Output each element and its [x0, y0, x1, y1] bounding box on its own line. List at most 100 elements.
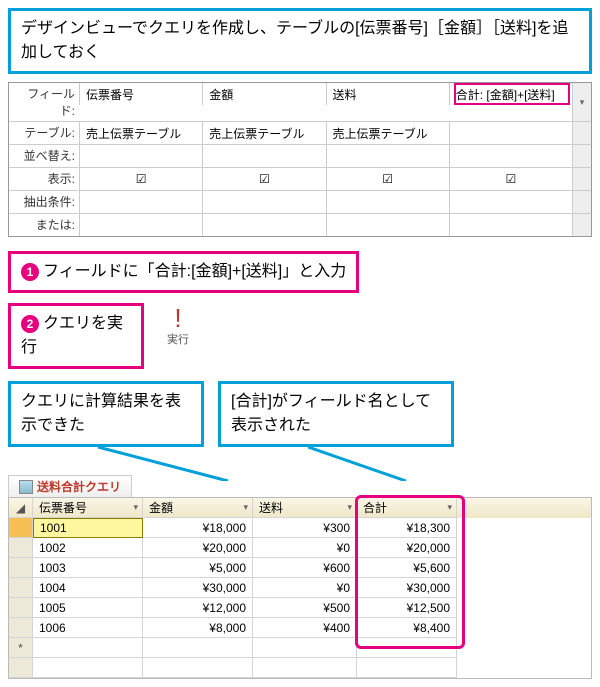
- dg-or-1[interactable]: [202, 214, 325, 236]
- dg-sort-1[interactable]: [202, 145, 325, 167]
- row-selector[interactable]: [9, 538, 33, 558]
- dg-show-2[interactable]: ☑: [326, 168, 449, 190]
- exclamation-icon: !: [158, 305, 198, 331]
- cell-total[interactable]: ¥20,000: [357, 538, 457, 558]
- table-row[interactable]: 1006 ¥8,000 ¥400 ¥8,400: [9, 618, 591, 638]
- step1-text: フィールドに「合計:[金額]+[送料]」と入力: [43, 263, 346, 280]
- sort-icon: ▾: [133, 502, 138, 513]
- cell-total[interactable]: ¥18,300: [357, 518, 457, 538]
- dg-show-0[interactable]: ☑: [79, 168, 202, 190]
- cell-ship[interactable]: ¥600: [253, 558, 357, 578]
- dg-sort-2[interactable]: [326, 145, 449, 167]
- cell-ship[interactable]: ¥400: [253, 618, 357, 638]
- cell-ship[interactable]: ¥300: [253, 518, 357, 538]
- cell-total[interactable]: ¥5,600: [357, 558, 457, 578]
- cell-id[interactable]: 1005: [33, 598, 143, 618]
- dg-sort-0[interactable]: [79, 145, 202, 167]
- cell-amount[interactable]: ¥12,000: [143, 598, 253, 618]
- cell-id[interactable]: 1001: [33, 518, 143, 538]
- col-header-1[interactable]: 金額▾: [143, 498, 253, 518]
- table-row[interactable]: 1004 ¥30,000 ¥0 ¥30,000: [9, 578, 591, 598]
- execute-button[interactable]: ! 実行: [158, 303, 198, 347]
- cell-ship[interactable]: ¥0: [253, 578, 357, 598]
- table-row-new[interactable]: *: [9, 638, 591, 658]
- connectors: [8, 447, 592, 477]
- dg-label-or: または:: [9, 214, 79, 236]
- cell-id[interactable]: 1002: [33, 538, 143, 558]
- cell-amount[interactable]: ¥8,000: [143, 618, 253, 638]
- callout-result2: [合計]がフィールド名として表示された: [218, 381, 454, 447]
- row-selector-header[interactable]: ◢: [9, 498, 33, 518]
- dg-table-3[interactable]: [449, 122, 572, 144]
- cell-ship[interactable]: [253, 638, 357, 658]
- dg-table-1[interactable]: 売上伝票テーブル: [202, 122, 325, 144]
- dg-crit-1[interactable]: [202, 191, 325, 213]
- col-header-3[interactable]: 合計▾: [357, 498, 457, 518]
- cell-total[interactable]: ¥8,400: [357, 618, 457, 638]
- dg-table-2[interactable]: 売上伝票テーブル: [326, 122, 449, 144]
- dg-field-1[interactable]: 金額: [202, 83, 325, 105]
- sort-icon: ▾: [447, 502, 452, 513]
- dg-field-0[interactable]: 伝票番号: [79, 83, 202, 105]
- cell-amount[interactable]: ¥18,000: [143, 518, 253, 538]
- dg-or-2[interactable]: [326, 214, 449, 236]
- callout-step1: 1フィールドに「合計:[金額]+[送料]」と入力: [8, 251, 359, 293]
- col-header-2[interactable]: 送料▾: [253, 498, 357, 518]
- dg-or-3[interactable]: [449, 214, 572, 236]
- datasheet: ◢ 伝票番号▾ 金額▾ 送料▾ 合計▾ 1001 ¥18,000 ¥300 ¥1…: [8, 497, 592, 679]
- step-number-1: 1: [21, 263, 39, 281]
- cell-amount[interactable]: ¥5,000: [143, 558, 253, 578]
- row-selector[interactable]: [9, 578, 33, 598]
- col-header-0[interactable]: 伝票番号▾: [33, 498, 143, 518]
- datasheet-header: ◢ 伝票番号▾ 金額▾ 送料▾ 合計▾: [9, 498, 591, 518]
- row-selector[interactable]: [9, 618, 33, 638]
- cell-ship[interactable]: ¥500: [253, 598, 357, 618]
- cell-id[interactable]: 1004: [33, 578, 143, 598]
- cell-total[interactable]: ¥12,500: [357, 598, 457, 618]
- sort-icon: ▾: [243, 502, 248, 513]
- row-selector[interactable]: [9, 598, 33, 618]
- new-row-marker: *: [9, 638, 33, 658]
- query-tab-bar: 送料合計クエリ: [8, 475, 592, 497]
- dg-show-1[interactable]: ☑: [202, 168, 325, 190]
- dg-label-field: フィールド:: [9, 83, 79, 121]
- query-tab[interactable]: 送料合計クエリ: [8, 475, 132, 497]
- row-selector[interactable]: [9, 558, 33, 578]
- dg-crit-2[interactable]: [326, 191, 449, 213]
- cell-amount[interactable]: ¥20,000: [143, 538, 253, 558]
- execute-label: 実行: [158, 331, 198, 347]
- table-row-empty: [9, 658, 591, 678]
- dg-crit-3[interactable]: [449, 191, 572, 213]
- cell-id[interactable]: [33, 638, 143, 658]
- query-tab-label: 送料合計クエリ: [37, 478, 121, 495]
- row-selector[interactable]: [9, 518, 33, 538]
- dg-label-sort: 並べ替え:: [9, 145, 79, 167]
- dg-crit-0[interactable]: [79, 191, 202, 213]
- table-row[interactable]: 1005 ¥12,000 ¥500 ¥12,500: [9, 598, 591, 618]
- table-row[interactable]: 1003 ¥5,000 ¥600 ¥5,600: [9, 558, 591, 578]
- table-row[interactable]: 1002 ¥20,000 ¥0 ¥20,000: [9, 538, 591, 558]
- callout-pre: デザインビューでクエリを作成し、テーブルの[伝票番号]［金額］［送料]を追加して…: [8, 8, 592, 74]
- query-icon: [19, 480, 33, 494]
- cell-total[interactable]: [357, 638, 457, 658]
- dg-show-3[interactable]: ☑: [449, 168, 572, 190]
- cell-ship[interactable]: ¥0: [253, 538, 357, 558]
- dg-or-0[interactable]: [79, 214, 202, 236]
- callout-step2: 2クエリを実行: [8, 303, 144, 369]
- cell-id[interactable]: 1006: [33, 618, 143, 638]
- dg-field-3[interactable]: 合計: [金額]+[送料]: [449, 83, 572, 105]
- dg-label-show: 表示:: [9, 168, 79, 190]
- sort-icon: ▾: [347, 502, 352, 513]
- cell-amount[interactable]: ¥30,000: [143, 578, 253, 598]
- cell-id[interactable]: 1003: [33, 558, 143, 578]
- table-row[interactable]: 1001 ¥18,000 ¥300 ¥18,300: [9, 518, 591, 538]
- cell-total[interactable]: ¥30,000: [357, 578, 457, 598]
- dg-field-2[interactable]: 送料: [326, 83, 449, 105]
- dg-field-dropdown[interactable]: ▾: [572, 83, 591, 121]
- dg-table-0[interactable]: 売上伝票テーブル: [79, 122, 202, 144]
- step-number-2: 2: [21, 315, 39, 333]
- callout-result1: クエリに計算結果を表示できた: [8, 381, 204, 447]
- dg-sort-3[interactable]: [449, 145, 572, 167]
- dg-label-table: テーブル:: [9, 122, 79, 144]
- cell-amount[interactable]: [143, 638, 253, 658]
